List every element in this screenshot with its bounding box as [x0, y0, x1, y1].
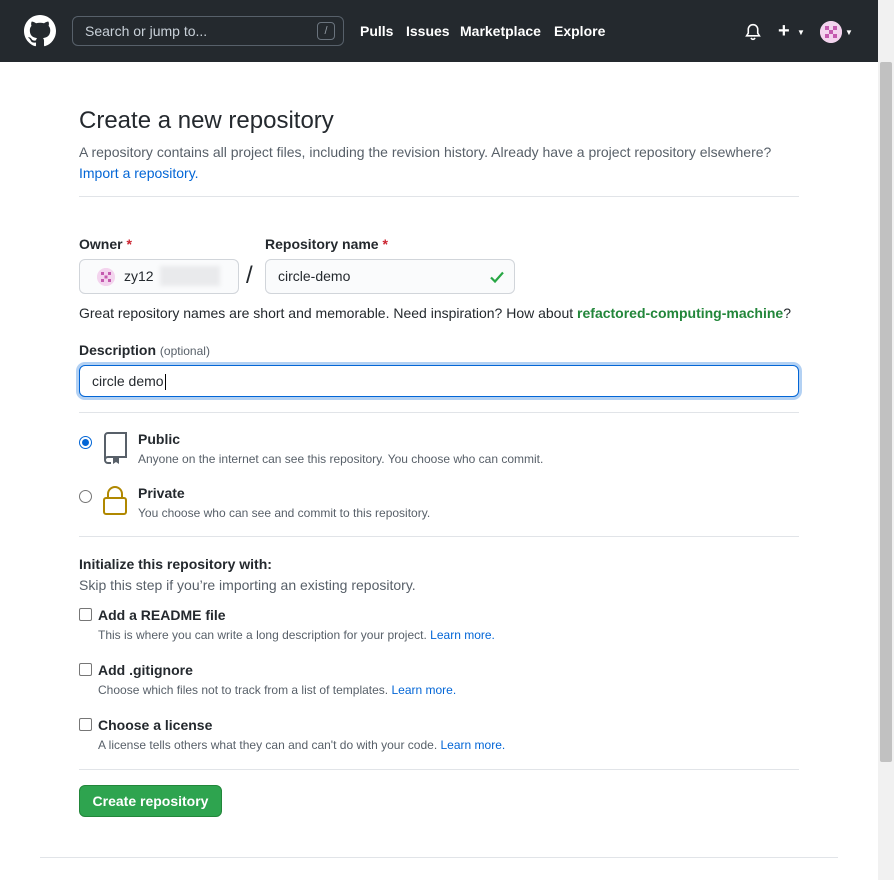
repo-name-label-text: Repository name	[265, 236, 379, 252]
hint-text: Great repository names are short and mem…	[79, 305, 578, 321]
license-learn-more-link[interactable]: Learn more.	[441, 738, 506, 752]
lock-icon	[103, 486, 127, 515]
notification-bell-icon[interactable]	[744, 23, 762, 41]
private-title: Private	[138, 485, 185, 501]
initialize-title: Initialize this repository with:	[79, 556, 272, 572]
description-label-text: Description	[79, 342, 157, 358]
divider	[79, 412, 799, 413]
required-mark: *	[126, 236, 132, 252]
nav-issues[interactable]: Issues	[406, 23, 450, 39]
import-repository-link[interactable]: Import a repository.	[79, 165, 199, 181]
scrollbar-thumb[interactable]	[880, 62, 892, 762]
search-shortcut-badge: /	[317, 22, 335, 40]
identicon-icon	[820, 21, 842, 43]
redacted-owner-name	[160, 266, 220, 286]
search-input[interactable]: Search or jump to... /	[72, 16, 344, 46]
license-description-text: A license tells others what they can and…	[98, 738, 438, 752]
nav-explore[interactable]: Explore	[554, 23, 605, 39]
private-radio[interactable]	[79, 490, 92, 503]
repo-book-icon	[104, 432, 127, 464]
public-radio[interactable]	[79, 436, 92, 449]
scrollbar[interactable]	[878, 0, 894, 880]
public-description: Anyone on the internet can see this repo…	[138, 452, 544, 466]
page-subtitle: A repository contains all project files,…	[79, 142, 799, 184]
gitignore-description-text: Choose which files not to track from a l…	[98, 683, 389, 697]
text-cursor	[164, 374, 166, 391]
gitignore-checkbox[interactable]	[79, 663, 92, 676]
description-label: Description (optional)	[79, 342, 210, 358]
nav-pulls[interactable]: Pulls	[360, 23, 393, 39]
suggested-name-link[interactable]: refactored-computing-machine	[577, 305, 783, 321]
divider	[79, 769, 799, 770]
create-repository-button[interactable]: Create repository	[79, 785, 222, 817]
license-checkbox[interactable]	[79, 718, 92, 731]
nav-marketplace[interactable]: Marketplace	[460, 23, 541, 39]
readme-description: This is where you can write a long descr…	[98, 628, 495, 642]
create-new-icon[interactable]: +	[778, 20, 790, 42]
hint-suffix: ?	[783, 305, 791, 321]
readme-description-text: This is where you can write a long descr…	[98, 628, 427, 642]
license-title: Choose a license	[98, 717, 213, 733]
repository-name-value: circle-demo	[278, 268, 351, 284]
required-mark: *	[382, 236, 388, 252]
owner-avatar-icon	[97, 268, 115, 286]
github-logo-icon[interactable]	[24, 15, 56, 47]
page-title: Create a new repository	[79, 107, 334, 134]
private-description: You choose who can see and commit to thi…	[138, 506, 431, 520]
initialize-subtitle: Skip this step if you’re importing an ex…	[79, 577, 416, 593]
repo-name-label: Repository name *	[265, 236, 388, 252]
readme-title: Add a README file	[98, 607, 226, 623]
gitignore-learn-more-link[interactable]: Learn more.	[391, 683, 456, 697]
license-description: A license tells others what they can and…	[98, 738, 505, 752]
create-new-caret-icon[interactable]: ▼	[797, 28, 805, 37]
footer-divider	[40, 857, 838, 858]
user-menu-caret-icon[interactable]: ▼	[845, 28, 853, 37]
divider	[79, 196, 799, 197]
repository-name-input[interactable]: circle-demo	[265, 259, 515, 294]
gitignore-title: Add .gitignore	[98, 662, 193, 678]
readme-checkbox[interactable]	[79, 608, 92, 621]
valid-check-icon	[490, 271, 504, 284]
owner-value: zy12	[124, 268, 154, 284]
owner-repo-separator: /	[246, 262, 253, 289]
owner-label: Owner *	[79, 236, 132, 252]
readme-learn-more-link[interactable]: Learn more.	[430, 628, 495, 642]
owner-label-text: Owner	[79, 236, 123, 252]
description-value: circle demo	[92, 373, 164, 389]
top-header: Search or jump to... / Pulls Issues Mark…	[0, 0, 878, 62]
search-placeholder: Search or jump to...	[85, 23, 208, 39]
gitignore-description: Choose which files not to track from a l…	[98, 683, 456, 697]
user-avatar[interactable]	[820, 21, 842, 43]
optional-tag: (optional)	[159, 344, 210, 358]
subtitle-text: A repository contains all project files,…	[79, 144, 772, 160]
divider	[79, 536, 799, 537]
public-title: Public	[138, 431, 181, 447]
description-input[interactable]: circle demo	[79, 365, 799, 397]
repo-name-hint: Great repository names are short and mem…	[79, 305, 791, 321]
owner-select[interactable]: zy12	[79, 259, 239, 294]
